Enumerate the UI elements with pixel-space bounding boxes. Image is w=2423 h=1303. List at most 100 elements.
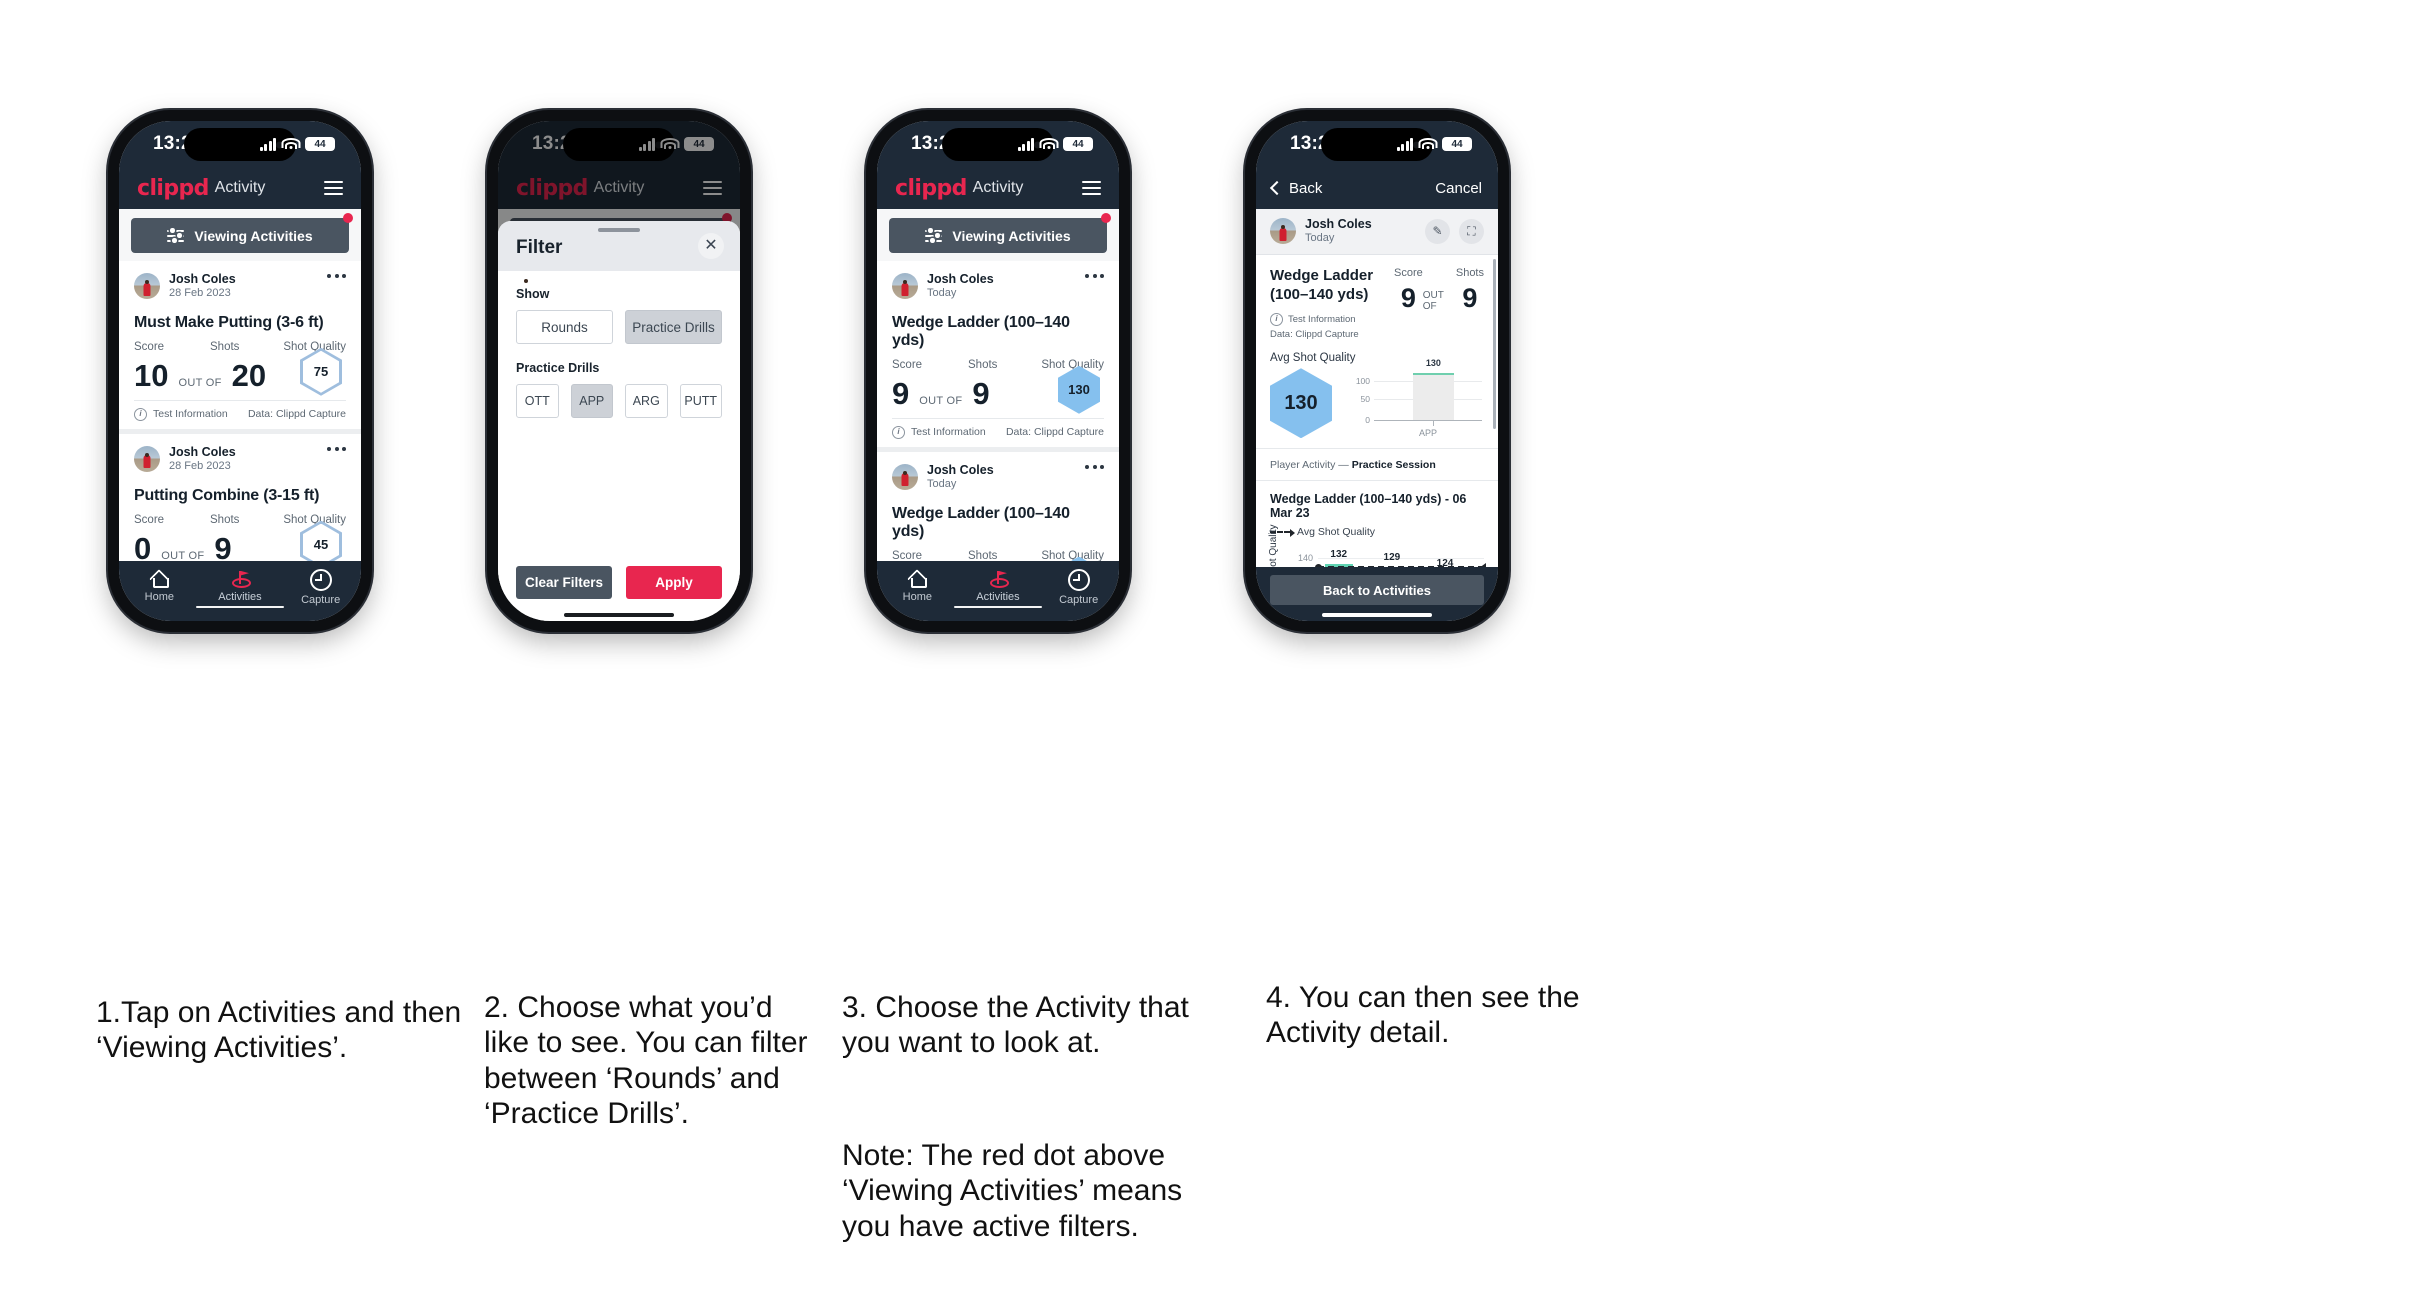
- activity-title: Putting Combine (3-15 ft): [134, 486, 320, 504]
- more-options-icon[interactable]: [1085, 464, 1104, 469]
- back-button[interactable]: Back: [1269, 180, 1322, 197]
- close-icon[interactable]: ✕: [698, 233, 724, 259]
- sliders-icon: [925, 228, 943, 243]
- filter-chip-ott[interactable]: OTT: [516, 384, 559, 418]
- more-options-icon[interactable]: [327, 274, 346, 278]
- filter-chip-app[interactable]: APP: [570, 384, 613, 418]
- avatar: [1270, 218, 1296, 245]
- status-bar: 13:20 44: [877, 121, 1119, 167]
- chart-plot-area: 132 129 124: [1315, 549, 1486, 567]
- score-label: Score: [1394, 266, 1423, 279]
- status-bar: 13:20 44: [119, 121, 361, 167]
- filter-chip-practice-drills[interactable]: Practice Drills: [625, 310, 722, 344]
- nav-home[interactable]: Home: [124, 572, 194, 603]
- info-icon: i: [892, 425, 905, 439]
- expand-icon[interactable]: ⛶: [1459, 218, 1484, 244]
- score-label: Score: [892, 358, 923, 371]
- avatar: [892, 273, 918, 300]
- battery-indicator: 44: [1063, 137, 1093, 151]
- chart-bar-label-1: 132: [1330, 549, 1348, 561]
- golf-flag-icon: [231, 571, 251, 588]
- avg-quality-minichart: 100 50 0 130 APP: [1346, 358, 1484, 438]
- hamburger-icon[interactable]: [1082, 180, 1101, 196]
- nav-capture[interactable]: Capture: [286, 568, 356, 606]
- viewing-activities-button[interactable]: Viewing Activities: [131, 218, 349, 253]
- nav-capture-label: Capture: [301, 593, 341, 606]
- user-name: Josh Coles: [169, 444, 236, 459]
- show-section-label: Show: [516, 287, 550, 301]
- avg-shot-quality-section: Avg Shot Quality 130 100 50 0 130 APP: [1256, 348, 1498, 450]
- hamburger-icon[interactable]: [324, 180, 343, 196]
- caption-3-note: Note: The red dot above ‘Viewing Activit…: [842, 1139, 1183, 1243]
- cancel-button[interactable]: Cancel: [1435, 180, 1482, 197]
- activity-card[interactable]: Josh Coles 28 Feb 2023 Putting Combine (…: [119, 433, 361, 562]
- out-of-label: OUT OF: [178, 376, 222, 389]
- phone-3: 13:20 44 clippd Activity Viewing Activit…: [866, 110, 1130, 632]
- viewing-activities-button[interactable]: Viewing Activities: [889, 218, 1107, 253]
- detail-hero: Wedge Ladder (100–140 yds) i Test Inform…: [1256, 255, 1498, 349]
- pencil-icon[interactable]: ✎: [1425, 218, 1450, 244]
- page-title: Activity: [972, 179, 1024, 196]
- home-indicator: [1322, 613, 1432, 617]
- activity-card[interactable]: Josh Coles Today Wedge Ladder (100–140 y…: [877, 261, 1119, 447]
- drag-handle[interactable]: [598, 228, 640, 232]
- chart-legend: Avg Shot Quality: [1270, 526, 1484, 538]
- sliders-icon: [167, 228, 185, 243]
- clear-filters-button[interactable]: Clear Filters: [516, 566, 612, 599]
- data-source-label: Data: Clippd Capture: [247, 408, 346, 421]
- status-indicators: 44: [259, 137, 335, 151]
- filter-chip-putt[interactable]: PUTT: [679, 384, 722, 418]
- nav-activities-label: Activities: [976, 591, 1020, 603]
- detail-score: Score 9: [1394, 267, 1423, 314]
- filter-chip-arg[interactable]: ARG: [625, 384, 668, 418]
- shots-value: 9: [1462, 282, 1478, 313]
- nav-capture[interactable]: Capture: [1044, 568, 1114, 606]
- nav-home-label: Home: [902, 590, 932, 603]
- activity-card[interactable]: Josh Coles Today Wedge Ladder (100–140 y…: [877, 451, 1119, 561]
- mc-tick-50: 50: [1360, 394, 1370, 405]
- player-activity-value: Practice Session: [1351, 459, 1436, 472]
- nav-home[interactable]: Home: [882, 572, 952, 603]
- detail-actions: ✎ ⛶: [1425, 218, 1484, 244]
- score-label: Score: [134, 340, 165, 353]
- back-to-activities-button[interactable]: Back to Activities: [1270, 575, 1484, 605]
- avatar: [134, 446, 160, 473]
- activity-card[interactable]: Josh Coles 28 Feb 2023 Must Make Putting…: [119, 261, 361, 429]
- activity-title: Wedge Ladder (100–140 yds): [892, 504, 1070, 540]
- clippd-logo: clippd: [137, 175, 209, 201]
- player-activity-prefix: Player Activity —: [1270, 459, 1352, 472]
- activity-feed[interactable]: Josh Coles 28 Feb 2023 Must Make Putting…: [119, 261, 361, 561]
- nav-capture-label: Capture: [1059, 593, 1099, 606]
- chevron-left-icon: [1269, 180, 1285, 196]
- filter-chip-rounds[interactable]: Rounds: [516, 310, 613, 344]
- cellular-signal-icon: [1017, 137, 1034, 151]
- shot-quality-value: 45: [303, 523, 339, 561]
- modal-body: Show Rounds Practice Drills Practice Dri…: [498, 271, 740, 566]
- chart-y-axis-label: Shot Quality: [1268, 524, 1279, 567]
- shots-value: 9: [214, 530, 232, 562]
- activity-date: Today: [1305, 232, 1335, 244]
- more-options-icon[interactable]: [1085, 274, 1104, 278]
- clippd-logo: clippd: [895, 175, 967, 201]
- activity-feed[interactable]: Josh Coles Today Wedge Ladder (100–140 y…: [877, 261, 1119, 561]
- nav-activities[interactable]: Activities: [963, 571, 1033, 603]
- wifi-icon: [1418, 138, 1437, 150]
- chart-title: Wedge Ladder (100–140 yds) - 06 Mar 23: [1270, 492, 1467, 521]
- out-of-label: OUT OF: [919, 394, 963, 407]
- activity-date: Today: [927, 287, 957, 299]
- score-value: 9: [892, 375, 910, 411]
- shots-label: Shots: [210, 513, 240, 526]
- scrollbar[interactable]: [1493, 258, 1496, 429]
- more-options-icon[interactable]: [327, 446, 346, 451]
- drill-options: OTT APP ARG PUTT: [516, 384, 722, 418]
- minichart-y-axis: 100 50 0: [1346, 369, 1372, 426]
- shots-label: Shots: [210, 340, 240, 353]
- nav-activities[interactable]: Activities: [205, 571, 275, 603]
- avatar: [892, 464, 918, 491]
- wifi-icon: [1039, 138, 1058, 150]
- shot-quality-value: 75: [303, 350, 339, 393]
- home-icon: [908, 572, 928, 588]
- detail-scroll[interactable]: Wedge Ladder (100–140 yds) i Test Inform…: [1256, 254, 1498, 567]
- apply-button[interactable]: Apply: [626, 566, 722, 599]
- minichart-plot: 130 APP: [1374, 358, 1482, 438]
